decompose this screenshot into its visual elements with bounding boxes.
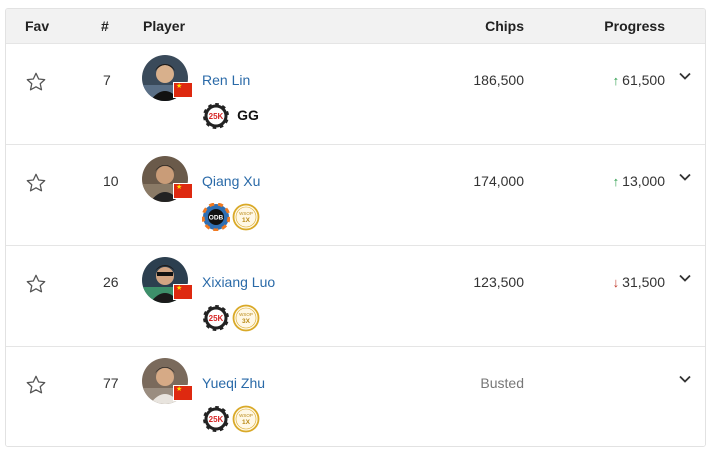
wsop-1x-icon: WSOP1X: [232, 405, 260, 433]
progress-value: ↓ 31,500: [613, 274, 665, 290]
china-flag-icon: [173, 385, 193, 401]
table-row[interactable]: 10 Qiang Xu ODB WSOP1X 174,000 ↑13,000: [6, 145, 705, 246]
chip-25k-icon: 25K: [202, 304, 230, 332]
gg-logo-icon: GG: [237, 107, 259, 123]
progress-amount: 31,500: [622, 274, 665, 290]
badge-label: 25K: [209, 314, 224, 323]
player-rank: 77: [103, 375, 119, 391]
player-rank: 7: [103, 72, 111, 88]
player-name-link[interactable]: Ren Lin: [202, 72, 250, 88]
chevron-down-icon[interactable]: [677, 270, 693, 286]
progress-value: ↑ 61,500: [613, 72, 665, 88]
header-player: Player: [143, 18, 186, 34]
table-header: Fav # Player Chips Progress: [6, 9, 705, 44]
chip-count-table: Fav # Player Chips Progress 7 Ren Lin 25…: [5, 8, 706, 447]
progress-value: ↑ 13,000: [613, 173, 665, 189]
chip-count: 123,500: [473, 274, 524, 290]
progress-amount: 13,000: [622, 173, 665, 189]
favorite-star-icon[interactable]: [25, 273, 47, 295]
badge-label: ODB: [209, 215, 224, 222]
chip-count: 186,500: [473, 72, 524, 88]
chevron-down-icon[interactable]: [677, 68, 693, 84]
wsop-1x-icon: WSOP1X: [232, 203, 260, 231]
arrow-down-icon: ↓: [612, 275, 620, 290]
favorite-star-icon[interactable]: [25, 374, 47, 396]
progress-amount: 61,500: [622, 72, 665, 88]
player-name-link[interactable]: Qiang Xu: [202, 173, 260, 189]
badge-label: 25K: [209, 112, 224, 121]
header-fav: Fav: [25, 18, 50, 34]
player-rank: 10: [103, 173, 119, 189]
badge-label: 1X: [242, 419, 251, 426]
player-name-link[interactable]: Yueqi Zhu: [202, 375, 265, 391]
chip-25k-icon: 25K: [202, 405, 230, 433]
header-rank: #: [101, 18, 109, 34]
chevron-down-icon[interactable]: [677, 169, 693, 185]
table-row[interactable]: 7 Ren Lin 25K GG 186,500 ↑61,500: [6, 44, 705, 145]
badge-label-top: WSOP: [239, 312, 253, 317]
player-name-link[interactable]: Xixiang Luo: [202, 274, 275, 290]
badge-label: GG: [237, 107, 259, 123]
arrow-up-icon: ↑: [612, 174, 620, 189]
badge-label-top: WSOP: [239, 413, 253, 418]
china-flag-icon: [173, 284, 193, 300]
table-row[interactable]: 26 Xixiang Luo 25K WSOP3X 123,500 ↓31,50…: [6, 246, 705, 347]
header-chips: Chips: [485, 18, 524, 34]
china-flag-icon: [173, 183, 193, 199]
favorite-star-icon[interactable]: [25, 71, 47, 93]
badge-label: 3X: [242, 318, 251, 325]
chip-count: 174,000: [473, 173, 524, 189]
header-progress: Progress: [604, 18, 665, 34]
badge-label: 1X: [242, 217, 251, 224]
arrow-up-icon: ↑: [612, 73, 620, 88]
badge-label: 25K: [209, 415, 224, 424]
badge-label-top: WSOP: [239, 211, 253, 216]
chip-25k-icon: 25K: [202, 102, 230, 130]
chip-odb-icon: ODB: [202, 203, 230, 231]
china-flag-icon: [173, 82, 193, 98]
chevron-down-icon[interactable]: [677, 371, 693, 387]
table-row[interactable]: 77 Yueqi Zhu 25K WSOP1X Busted: [6, 347, 705, 446]
favorite-star-icon[interactable]: [25, 172, 47, 194]
player-rank: 26: [103, 274, 119, 290]
chip-count-busted: Busted: [480, 375, 524, 391]
wsop-3x-icon: WSOP3X: [232, 304, 260, 332]
